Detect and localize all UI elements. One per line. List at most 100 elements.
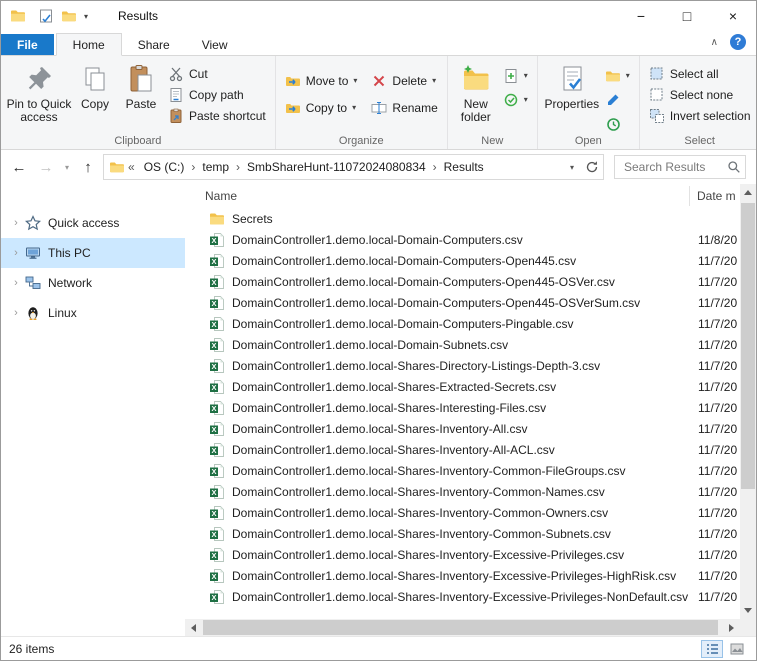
scroll-right-arrow-icon[interactable] bbox=[723, 619, 740, 636]
recent-locations-caret-icon[interactable]: ▾ bbox=[61, 163, 73, 172]
tab-home[interactable]: Home bbox=[56, 33, 122, 56]
breadcrumb-segment-temp[interactable]: temp bbox=[196, 158, 235, 176]
sidebar-item-network[interactable]: › Network bbox=[1, 268, 185, 298]
search-input[interactable] bbox=[622, 159, 727, 175]
search-icon[interactable] bbox=[727, 160, 741, 174]
file-row[interactable]: X DomainController1.demo.local-Domain-Co… bbox=[185, 313, 756, 334]
easy-access-button[interactable]: ▾ bbox=[499, 89, 532, 110]
file-row[interactable]: X DomainController1.demo.local-Shares-In… bbox=[185, 544, 756, 565]
delete-button[interactable]: Delete ▾ bbox=[367, 70, 441, 91]
qat-new-folder-button[interactable] bbox=[61, 8, 77, 24]
open-menu-button[interactable]: ▾ bbox=[601, 65, 634, 86]
file-row[interactable]: X DomainController1.demo.local-Domain-Co… bbox=[185, 292, 756, 313]
large-icons-view-button[interactable] bbox=[726, 640, 748, 658]
file-row[interactable]: X DomainController1.demo.local-Shares-In… bbox=[185, 460, 756, 481]
csv-file-icon: X bbox=[209, 358, 225, 374]
details-view-button[interactable] bbox=[701, 640, 723, 658]
status-bar: 26 items bbox=[1, 636, 756, 660]
forward-button[interactable]: → bbox=[34, 155, 58, 179]
file-row[interactable]: X DomainController1.demo.local-Shares-In… bbox=[185, 565, 756, 586]
qat-customize-caret-icon[interactable]: ▾ bbox=[84, 12, 88, 21]
vertical-scrollbar-thumb[interactable] bbox=[741, 203, 755, 489]
move-to-button[interactable]: Move to ▾ bbox=[281, 70, 362, 91]
horizontal-scrollbar[interactable] bbox=[185, 619, 740, 636]
copy-icon bbox=[79, 63, 111, 95]
ribbon-group-organize: Move to ▾ Delete ▾ Copy to ▾ Rename bbox=[276, 56, 448, 149]
collapse-ribbon-icon[interactable]: ∧ bbox=[711, 37, 718, 48]
paste-shortcut-button[interactable]: Paste shortcut bbox=[164, 105, 270, 126]
breadcrumb-segment-smbsharehunt[interactable]: SmbShareHunt-11072024080834 bbox=[241, 158, 432, 176]
breadcrumb-overflow-icon[interactable]: « bbox=[125, 160, 138, 174]
select-none-icon bbox=[649, 87, 665, 103]
copy-button[interactable]: Copy bbox=[72, 59, 118, 111]
tab-view[interactable]: View bbox=[186, 34, 244, 55]
file-date-modified: 11/7/20 bbox=[698, 317, 737, 331]
chevron-down-icon: ▾ bbox=[353, 76, 357, 85]
file-row[interactable]: X DomainController1.demo.local-Shares-In… bbox=[185, 586, 756, 607]
svg-text:X: X bbox=[211, 425, 216, 434]
sidebar-item-this-pc[interactable]: › This PC bbox=[1, 238, 185, 268]
expand-chevron-icon[interactable]: › bbox=[9, 247, 23, 259]
copy-to-button[interactable]: Copy to ▾ bbox=[281, 97, 362, 118]
new-folder-button[interactable]: New folder bbox=[453, 59, 499, 124]
svg-text:X: X bbox=[211, 299, 216, 308]
select-none-button[interactable]: Select none bbox=[645, 84, 755, 105]
file-row[interactable]: X DomainController1.demo.local-Shares-In… bbox=[185, 523, 756, 544]
file-name: DomainController1.demo.local-Domain-Comp… bbox=[232, 275, 698, 289]
file-row[interactable]: X DomainController1.demo.local-Domain-Co… bbox=[185, 250, 756, 271]
file-row[interactable]: X DomainController1.demo.local-Shares-In… bbox=[185, 481, 756, 502]
address-dropdown-caret-icon[interactable]: ▾ bbox=[563, 163, 581, 172]
breadcrumb-segment-drive[interactable]: OS (C:) bbox=[138, 158, 191, 176]
back-button[interactable]: ← bbox=[7, 155, 31, 179]
scroll-left-arrow-icon[interactable] bbox=[185, 619, 202, 636]
file-row[interactable]: X DomainController1.demo.local-Domain-Co… bbox=[185, 229, 756, 250]
close-button[interactable]: × bbox=[710, 1, 756, 31]
select-all-button[interactable]: Select all bbox=[645, 63, 755, 84]
refresh-button[interactable] bbox=[581, 156, 603, 178]
help-icon[interactable]: ? bbox=[730, 34, 746, 50]
edit-button[interactable] bbox=[601, 89, 634, 110]
expand-chevron-icon[interactable]: › bbox=[9, 217, 23, 229]
properties-button[interactable]: Properties bbox=[543, 59, 601, 111]
folder-app-icon bbox=[10, 8, 26, 24]
pin-label: Pin to Quick access bbox=[6, 98, 72, 124]
svg-text:X: X bbox=[211, 530, 216, 539]
invert-selection-button[interactable]: Invert selection bbox=[645, 105, 755, 126]
vertical-scrollbar[interactable] bbox=[740, 184, 756, 619]
scroll-down-arrow-icon[interactable] bbox=[740, 602, 756, 619]
file-row[interactable]: X DomainController1.demo.local-Shares-In… bbox=[185, 397, 756, 418]
rename-button[interactable]: Rename bbox=[367, 97, 441, 118]
breadcrumb-segment-results[interactable]: Results bbox=[438, 158, 490, 176]
column-header-name[interactable]: Name bbox=[185, 186, 690, 206]
file-row[interactable]: X DomainController1.demo.local-Shares-Di… bbox=[185, 355, 756, 376]
file-row[interactable]: X DomainController1.demo.local-Shares-Ex… bbox=[185, 376, 756, 397]
qat-properties-button[interactable] bbox=[38, 8, 54, 24]
file-name: DomainController1.demo.local-Shares-Inve… bbox=[232, 569, 698, 583]
expand-chevron-icon[interactable]: › bbox=[9, 307, 23, 319]
paste-button[interactable]: Paste bbox=[118, 59, 164, 111]
cut-button[interactable]: Cut bbox=[164, 63, 270, 84]
file-row[interactable]: X Secrets bbox=[185, 208, 756, 229]
tab-file[interactable]: File bbox=[1, 34, 54, 55]
sidebar-item-quick-access[interactable]: › Quick access bbox=[1, 208, 185, 238]
pin-to-quick-access-button[interactable]: Pin to Quick access bbox=[6, 59, 72, 124]
file-row[interactable]: X DomainController1.demo.local-Shares-In… bbox=[185, 439, 756, 460]
file-row[interactable]: X DomainController1.demo.local-Domain-Su… bbox=[185, 334, 756, 355]
new-item-button[interactable]: ▾ bbox=[499, 65, 532, 86]
minimize-button[interactable]: − bbox=[618, 1, 664, 31]
maximize-button[interactable]: □ bbox=[664, 1, 710, 31]
expand-chevron-icon[interactable]: › bbox=[9, 277, 23, 289]
file-row[interactable]: X DomainController1.demo.local-Domain-Co… bbox=[185, 271, 756, 292]
history-button[interactable] bbox=[601, 113, 634, 134]
address-bar[interactable]: « OS (C:) › temp › SmbShareHunt-11072024… bbox=[103, 154, 604, 180]
new-group-label: New bbox=[448, 135, 537, 147]
file-date-modified: 11/7/20 bbox=[698, 464, 737, 478]
horizontal-scrollbar-thumb[interactable] bbox=[203, 620, 718, 635]
file-row[interactable]: X DomainController1.demo.local-Shares-In… bbox=[185, 418, 756, 439]
scroll-up-arrow-icon[interactable] bbox=[740, 184, 756, 201]
copy-path-button[interactable]: Copy path bbox=[164, 84, 270, 105]
up-button[interactable]: ↑ bbox=[76, 155, 100, 179]
sidebar-item-linux[interactable]: › Linux bbox=[1, 298, 185, 328]
file-row[interactable]: X DomainController1.demo.local-Shares-In… bbox=[185, 502, 756, 523]
tab-share[interactable]: Share bbox=[122, 34, 186, 55]
